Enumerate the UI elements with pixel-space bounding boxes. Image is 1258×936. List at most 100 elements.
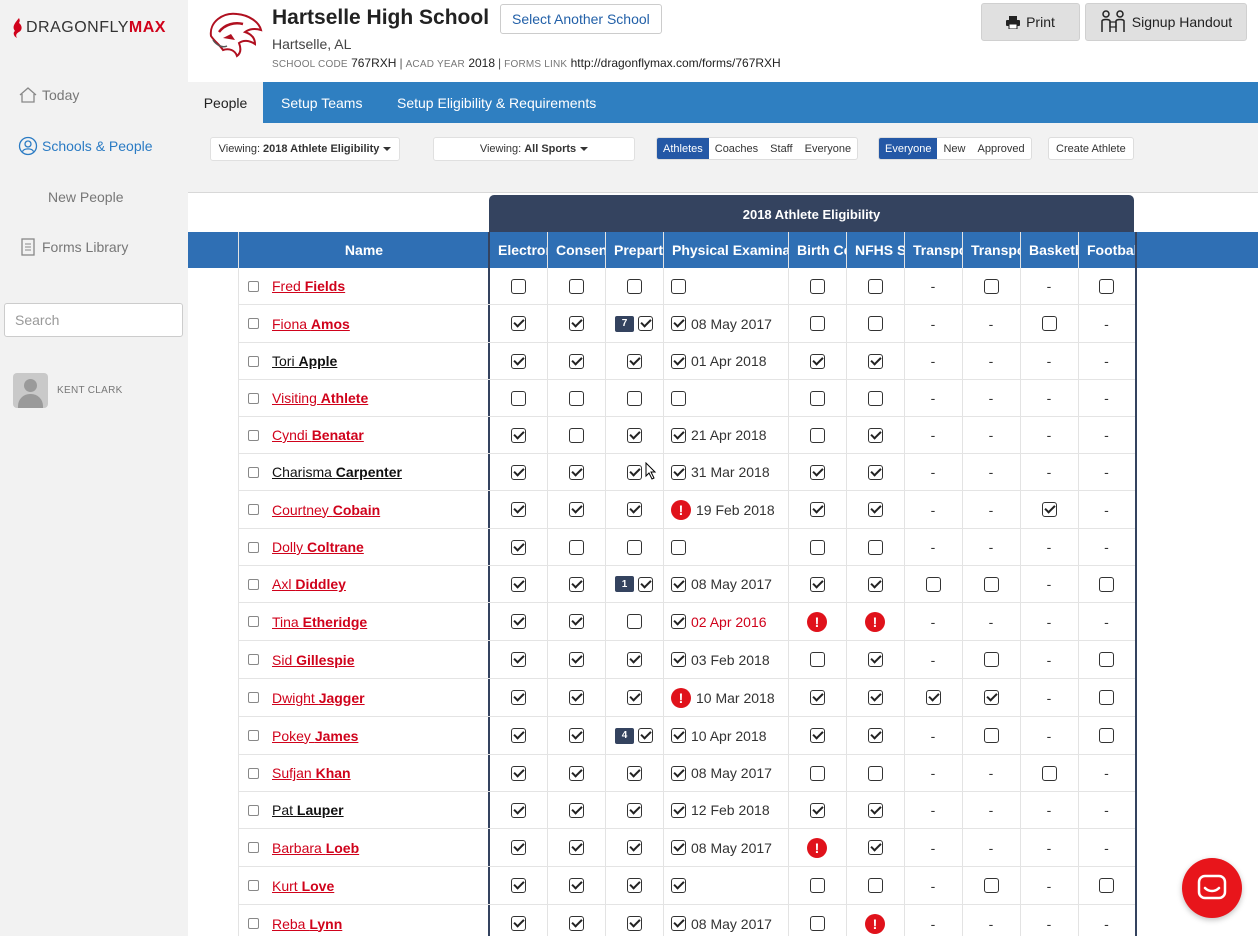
column-header[interactable]: Electronic: [489, 232, 547, 268]
column-header[interactable]: Transportation: [904, 232, 962, 268]
column-header[interactable]: Birth Certificate: [788, 232, 846, 268]
checked-checkbox[interactable]: [568, 652, 584, 667]
alert-icon[interactable]: !: [671, 499, 691, 520]
checked-checkbox[interactable]: [671, 614, 686, 629]
checked-checkbox[interactable]: [867, 802, 883, 818]
row-select-checkbox[interactable]: [248, 918, 259, 929]
unchecked-checkbox[interactable]: [1099, 652, 1114, 667]
checked-checkbox[interactable]: [638, 316, 653, 331]
checked-checkbox[interactable]: [671, 316, 686, 331]
person-name-link[interactable]: Visiting Athlete: [272, 390, 368, 406]
unchecked-checkbox[interactable]: [671, 278, 686, 294]
alert-icon[interactable]: !: [807, 837, 827, 858]
unchecked-checkbox[interactable]: [809, 390, 825, 406]
checked-checkbox[interactable]: [510, 690, 526, 705]
checked-checkbox[interactable]: [867, 502, 883, 517]
checked-checkbox[interactable]: [510, 539, 526, 555]
checked-checkbox[interactable]: [626, 502, 642, 517]
checked-checkbox[interactable]: [867, 464, 883, 480]
checked-checkbox[interactable]: [671, 916, 686, 931]
unchecked-checkbox[interactable]: [867, 278, 883, 294]
person-name-link[interactable]: Dolly Coltrane: [272, 539, 364, 555]
row-select-checkbox[interactable]: [248, 466, 259, 478]
count-badge[interactable]: 4: [615, 727, 634, 744]
unchecked-checkbox[interactable]: [568, 427, 584, 443]
unchecked-checkbox[interactable]: [983, 278, 999, 294]
checked-checkbox[interactable]: [809, 576, 825, 592]
unchecked-checkbox[interactable]: [671, 539, 686, 555]
person-name-link[interactable]: Reba Lynn: [272, 916, 342, 932]
nav-new-people[interactable]: New People: [48, 189, 124, 205]
column-header[interactable]: Consent: [547, 232, 605, 268]
unchecked-checkbox[interactable]: [568, 278, 584, 294]
row-select-checkbox[interactable]: [248, 616, 259, 627]
unchecked-checkbox[interactable]: [568, 390, 584, 406]
row-select-checkbox[interactable]: [248, 730, 259, 741]
unchecked-checkbox[interactable]: [1041, 765, 1057, 781]
checked-checkbox[interactable]: [671, 464, 686, 480]
checked-checkbox[interactable]: [626, 916, 642, 931]
checked-checkbox[interactable]: [867, 576, 883, 592]
eligibility-dropdown[interactable]: Viewing: 2018 Athlete Eligibility: [210, 137, 400, 161]
row-select-checkbox[interactable]: [248, 842, 259, 853]
checked-checkbox[interactable]: [510, 427, 526, 443]
checked-checkbox[interactable]: [510, 652, 526, 667]
checked-checkbox[interactable]: [626, 765, 642, 781]
column-header[interactable]: Physical Examination: [663, 232, 788, 268]
person-name-link[interactable]: Sid Gillespie: [272, 652, 354, 668]
seg-approved[interactable]: Approved: [972, 138, 1031, 159]
checked-checkbox[interactable]: [568, 353, 584, 369]
checked-checkbox[interactable]: [568, 690, 584, 705]
checked-checkbox[interactable]: [510, 728, 526, 743]
checked-checkbox[interactable]: [568, 802, 584, 818]
unchecked-checkbox[interactable]: [809, 765, 825, 781]
row-select-checkbox[interactable]: [248, 541, 259, 553]
person-name-link[interactable]: Tori Apple: [272, 353, 337, 369]
checked-checkbox[interactable]: [568, 916, 584, 931]
checked-checkbox[interactable]: [809, 502, 825, 517]
nav-forms-library[interactable]: Forms Library: [18, 237, 128, 257]
checked-checkbox[interactable]: [867, 427, 883, 443]
unchecked-checkbox[interactable]: [983, 576, 999, 592]
unchecked-checkbox[interactable]: [809, 652, 825, 667]
unchecked-checkbox[interactable]: [809, 278, 825, 294]
unchecked-checkbox[interactable]: [510, 390, 526, 406]
checked-checkbox[interactable]: [510, 502, 526, 517]
unchecked-checkbox[interactable]: [809, 916, 825, 931]
unchecked-checkbox[interactable]: [1099, 690, 1114, 705]
checked-checkbox[interactable]: [671, 652, 686, 667]
checked-checkbox[interactable]: [568, 765, 584, 781]
checked-checkbox[interactable]: [671, 353, 686, 369]
checked-checkbox[interactable]: [809, 728, 825, 743]
row-select-checkbox[interactable]: [248, 504, 259, 515]
select-another-school-button[interactable]: Select Another School: [500, 4, 662, 34]
checked-checkbox[interactable]: [626, 464, 642, 480]
person-name-link[interactable]: Kurt Love: [272, 878, 334, 894]
unchecked-checkbox[interactable]: [626, 390, 642, 406]
person-name-link[interactable]: Tina Etheridge: [272, 614, 367, 630]
row-select-checkbox[interactable]: [248, 654, 259, 665]
unchecked-checkbox[interactable]: [1099, 576, 1114, 592]
checked-checkbox[interactable]: [510, 576, 526, 592]
seg-staff[interactable]: Staff: [764, 138, 798, 159]
column-header[interactable]: Preparticipation: [605, 232, 663, 268]
person-name-link[interactable]: Cyndi Benatar: [272, 427, 364, 443]
checked-checkbox[interactable]: [671, 576, 686, 592]
unchecked-checkbox[interactable]: [867, 316, 883, 331]
checked-checkbox[interactable]: [671, 802, 686, 818]
tab-setup-teams[interactable]: Setup Teams: [281, 82, 362, 123]
checked-checkbox[interactable]: [925, 690, 941, 705]
checked-checkbox[interactable]: [626, 652, 642, 667]
column-header[interactable]: Transportation: [962, 232, 1020, 268]
unchecked-checkbox[interactable]: [626, 539, 642, 555]
checked-checkbox[interactable]: [510, 840, 526, 855]
count-badge[interactable]: 1: [615, 576, 634, 592]
checked-checkbox[interactable]: [568, 878, 584, 893]
checked-checkbox[interactable]: [510, 353, 526, 369]
alert-icon[interactable]: !: [671, 687, 691, 708]
checked-checkbox[interactable]: [626, 840, 642, 855]
tab-people[interactable]: People: [188, 82, 263, 123]
checked-checkbox[interactable]: [626, 690, 642, 705]
checked-checkbox[interactable]: [867, 652, 883, 667]
person-name-link[interactable]: Dwight Jagger: [272, 690, 365, 706]
